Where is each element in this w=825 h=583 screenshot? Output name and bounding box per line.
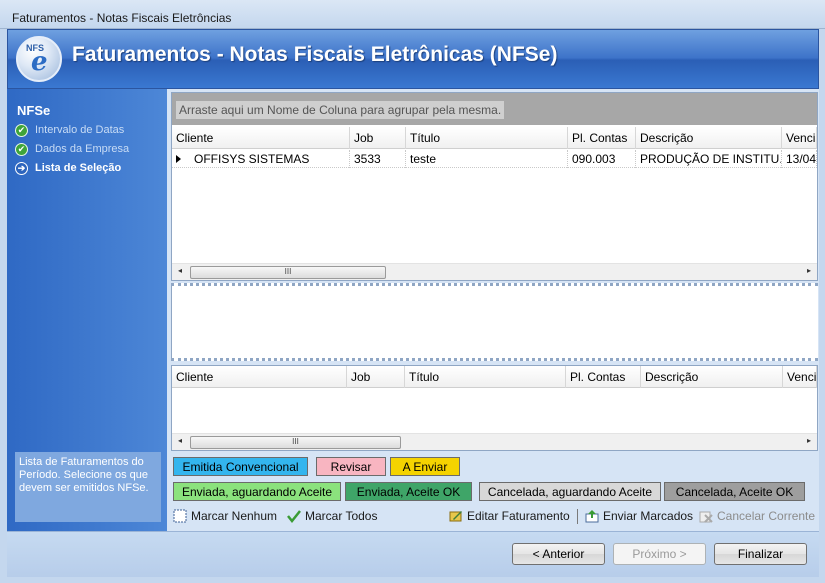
cancelar-corrente-label: Cancelar Corrente [717, 509, 816, 523]
sidebar-heading: NFSe [17, 103, 51, 118]
window-frame-left [0, 29, 7, 583]
column-header-descricao[interactable]: Descrição [636, 127, 782, 149]
window-frame-bottom [0, 577, 825, 583]
check-icon: ✔ [15, 142, 28, 156]
editar-faturamento-label: Editar Faturamento [467, 509, 570, 523]
proximo-button[interactable]: Próximo > [613, 543, 706, 565]
column-header-cliente[interactable]: Cliente [172, 127, 350, 149]
main-content: Arraste aqui um Nome de Coluna para agru… [167, 89, 819, 531]
grid-header: Cliente Job Título Pl. Contas Descrição … [172, 127, 817, 149]
horizontal-scrollbar[interactable]: ◂ III ▸ [172, 263, 817, 280]
table-row[interactable]: OFFISYS SISTEMAS 3533 teste 090.003 PROD… [172, 150, 817, 168]
checkbox-empty-icon [173, 509, 187, 523]
scroll-right-icon[interactable]: ▸ [807, 266, 811, 275]
legend-cancelada-aguardando: Cancelada, aguardando Aceite [479, 482, 661, 501]
page-title: Faturamentos - Notas Fiscais Eletrônicas… [72, 43, 558, 66]
scroll-left-icon[interactable]: ◂ [178, 436, 182, 445]
legend-cancelada-aceite-ok: Cancelada, Aceite OK [664, 482, 805, 501]
editar-faturamento-button[interactable]: Editar Faturamento [449, 507, 570, 525]
scroll-left-icon[interactable]: ◂ [178, 266, 182, 275]
nfse-logo-icon: NFS e [16, 36, 62, 82]
check-icon: ✔ [15, 123, 28, 137]
cell-descricao[interactable]: PRODUÇÃO DE INSTITU... [636, 150, 782, 168]
wizard-step-label: Dados da Empresa [35, 143, 130, 155]
legend-a-enviar: A Enviar [390, 457, 460, 476]
wizard-step-label: Lista de Seleção [35, 162, 122, 174]
window-title: Faturamentos - Notas Fiscais Eletrôncias [12, 11, 232, 25]
marcar-nenhum-label: Marcar Nenhum [191, 509, 278, 523]
anterior-button[interactable]: < Anterior [512, 543, 605, 565]
group-by-area[interactable]: Arraste aqui um Nome de Coluna para agru… [172, 93, 817, 125]
column-header-job[interactable]: Job [347, 366, 405, 388]
legend-revisar: Revisar [316, 457, 386, 476]
column-header-descricao[interactable]: Descrição [641, 366, 783, 388]
wizard-sidebar: NFSe ✔ Intervalo de Datas ✔ Dados da Emp… [7, 89, 167, 531]
row-indicator-icon [176, 155, 181, 163]
selected-grid: Cliente Job Título Pl. Contas Descrição … [171, 365, 818, 451]
cancel-icon [699, 509, 713, 523]
checkmark-icon [287, 509, 301, 524]
cell-vencimento[interactable]: 13/04/2 [782, 150, 817, 168]
wizard-step-intervalo-datas[interactable]: ✔ Intervalo de Datas [15, 122, 124, 138]
send-icon [585, 509, 599, 523]
wizard-step-label: Intervalo de Datas [35, 124, 125, 136]
faturamentos-grid: Arraste aqui um Nome de Coluna para agru… [171, 92, 818, 281]
grip-icon: III [292, 437, 299, 446]
cell-job[interactable]: 3533 [350, 150, 406, 168]
group-by-hint: Arraste aqui um Nome de Coluna para agru… [176, 101, 505, 119]
legend-enviada-aceite-ok: Enviada, Aceite OK [345, 482, 472, 501]
toolbar-separator [577, 509, 578, 524]
detail-panel [171, 283, 818, 361]
cell-titulo[interactable]: teste [406, 150, 568, 168]
finalizar-button[interactable]: Finalizar [714, 543, 807, 565]
column-header-vencimento[interactable]: Vencim [782, 127, 817, 149]
window-frame-right [819, 29, 825, 583]
column-header-job[interactable]: Job [350, 127, 406, 149]
column-header-pl-contas[interactable]: Pl. Contas [566, 366, 641, 388]
cell-cliente[interactable]: OFFISYS SISTEMAS [190, 150, 350, 168]
arrow-right-icon: ➔ [15, 161, 28, 175]
cancelar-corrente-button[interactable]: Cancelar Corrente [699, 507, 815, 525]
enviar-marcados-label: Enviar Marcados [603, 509, 694, 523]
column-header-pl-contas[interactable]: Pl. Contas [568, 127, 636, 149]
marcar-nenhum-button[interactable]: Marcar Nenhum [173, 507, 277, 525]
header-banner: NFS e Faturamentos - Notas Fiscais Eletr… [7, 29, 819, 89]
wizard-step-lista-selecao[interactable]: ➔ Lista de Seleção [15, 160, 121, 176]
column-header-titulo[interactable]: Título [406, 127, 568, 149]
legend-emitida-convencional: Emitida Convencional [173, 457, 308, 476]
column-header-cliente[interactable]: Cliente [172, 366, 347, 388]
marcar-todos-button[interactable]: Marcar Todos [287, 507, 377, 525]
column-header-titulo[interactable]: Título [405, 366, 566, 388]
legend-enviada-aguardando: Enviada, aguardando Aceite [173, 482, 341, 501]
help-text: Lista de Faturamentos do Período. Seleci… [15, 452, 161, 522]
logo-e-text: e [31, 47, 48, 77]
grid-actions-bar: Marcar Nenhum Marcar Todos Editar Fatura… [171, 507, 818, 527]
wizard-footer: < Anterior Próximo > Finalizar [7, 531, 819, 577]
grip-icon: III [284, 267, 292, 276]
window-titlebar: Faturamentos - Notas Fiscais Eletrôncias [0, 0, 825, 29]
marcar-todos-label: Marcar Todos [305, 509, 378, 523]
enviar-marcados-button[interactable]: Enviar Marcados [585, 507, 693, 525]
scroll-right-icon[interactable]: ▸ [807, 436, 811, 445]
grid-header: Cliente Job Título Pl. Contas Descrição … [172, 366, 817, 388]
wizard-step-dados-empresa[interactable]: ✔ Dados da Empresa [15, 141, 129, 157]
edit-icon [449, 509, 463, 523]
horizontal-scrollbar[interactable]: ◂ III ▸ [172, 433, 817, 450]
scrollbar-thumb[interactable]: III [190, 266, 386, 279]
cell-pl-contas[interactable]: 090.003 [568, 150, 636, 168]
scrollbar-thumb[interactable]: III [190, 436, 401, 449]
column-header-vencimento[interactable]: Venci [783, 366, 817, 388]
